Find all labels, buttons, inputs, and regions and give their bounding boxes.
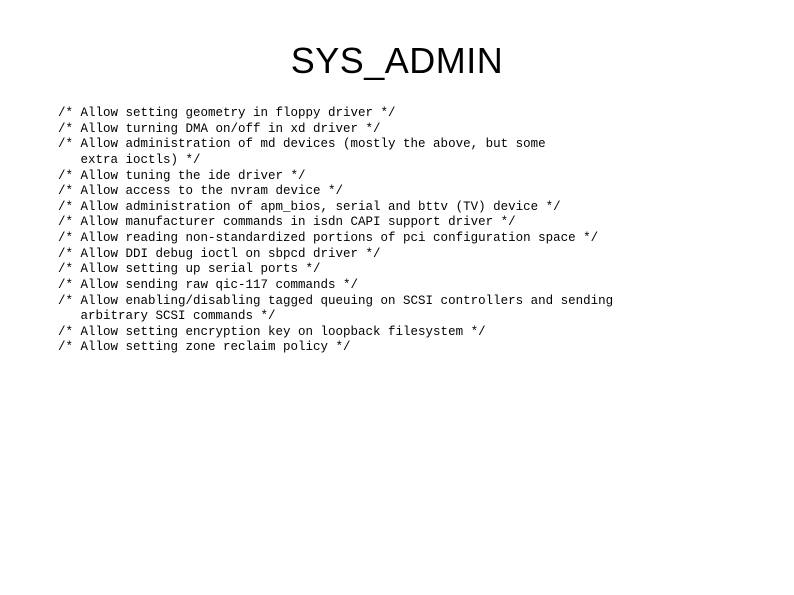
code-comment-block: /* Allow setting geometry in floppy driv… [0, 106, 794, 356]
page-title: SYS_ADMIN [0, 0, 794, 106]
